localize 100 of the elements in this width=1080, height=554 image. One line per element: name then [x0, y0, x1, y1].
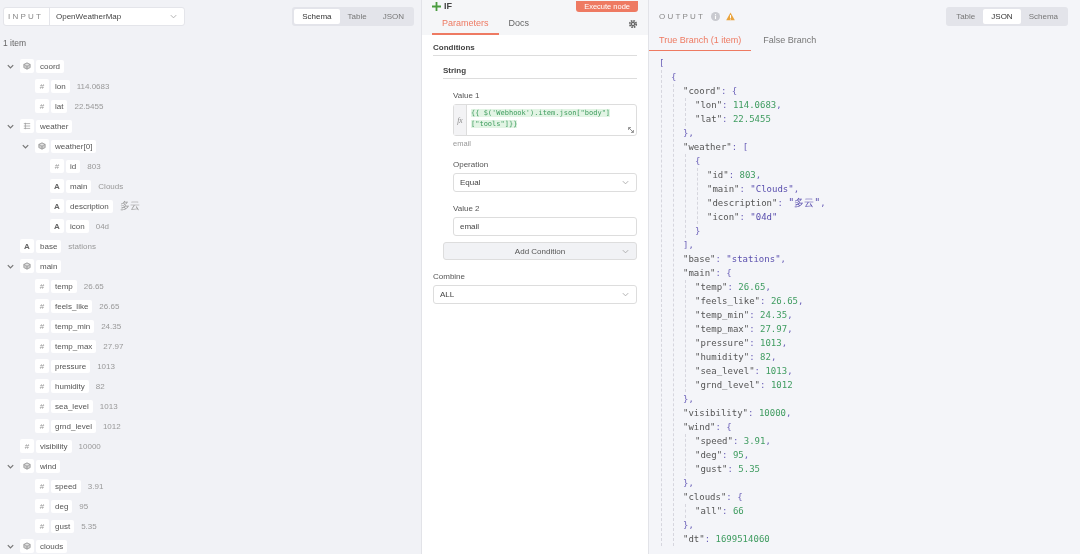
field-value: 1013	[99, 401, 118, 411]
type-icon: #	[35, 419, 49, 433]
code-line: "wind": {	[683, 421, 732, 434]
field-value: 26.65	[99, 301, 120, 311]
panel-tab[interactable]: Docs	[498, 13, 540, 35]
field-key: temp	[51, 279, 77, 293]
branch-tab[interactable]: True Branch (1 item)	[649, 31, 752, 51]
field-key: weather	[36, 119, 73, 133]
field-key: main	[66, 179, 92, 193]
code-line: "speed": 3.91,	[695, 435, 771, 448]
code-line: "main": {	[683, 267, 732, 280]
expand-icon[interactable]	[627, 126, 635, 134]
type-icon: #	[35, 279, 49, 293]
code-line: {	[695, 155, 701, 168]
code-line: "temp": 26.65,	[695, 281, 771, 294]
type-icon: A	[20, 239, 34, 253]
panel-tab[interactable]: Parameters	[432, 13, 499, 35]
caret-icon	[621, 290, 630, 299]
code-line: "pressure": 1013,	[695, 337, 788, 350]
code-line: "gust": 5.35	[695, 463, 761, 476]
item-count: 1 item	[3, 38, 28, 48]
field-value: 1012	[102, 421, 121, 431]
cube-icon	[20, 539, 34, 553]
type-icon: #	[35, 379, 49, 393]
field-value: 3.91	[87, 481, 104, 491]
code-line: [	[659, 57, 665, 70]
field-key: grnd_level	[51, 419, 96, 433]
code-line: "feels_like": 26.65,	[695, 295, 804, 308]
field-label: Combine	[433, 272, 466, 281]
field-value: 22.5455	[74, 101, 104, 111]
field-value: 24.35	[101, 321, 122, 331]
operation-select[interactable]: Equal	[453, 173, 637, 192]
type-icon: A	[50, 219, 64, 233]
code-line: },	[683, 519, 694, 532]
field-key: weather[0]	[51, 139, 97, 153]
code-line: "clouds": {	[683, 491, 743, 504]
field-key: base	[36, 239, 62, 253]
field-key: clouds	[36, 539, 68, 553]
type-icon: #	[35, 79, 49, 93]
field-value: 95	[79, 501, 89, 511]
view-tab[interactable]: JSON	[983, 9, 1021, 24]
code-line: "sea_level": 1013,	[695, 365, 793, 378]
code-line: "weather": [	[683, 141, 749, 154]
code-line: "icon": "04d"	[707, 211, 778, 224]
field-key: main	[36, 259, 62, 273]
field-key: gust	[51, 519, 75, 533]
type-icon: #	[35, 479, 49, 493]
field-key: description	[66, 199, 113, 213]
field-key: deg	[51, 499, 73, 513]
type-icon: A	[50, 179, 64, 193]
field-label: Value 2	[453, 204, 481, 213]
field-key: lon	[51, 79, 70, 93]
type-icon: #	[35, 99, 49, 113]
type-icon: #	[35, 339, 49, 353]
code-line: },	[683, 127, 694, 140]
field-key: visibility	[36, 439, 72, 453]
code-line: {	[671, 71, 677, 84]
add-condition-button[interactable]: Add Condition	[443, 242, 637, 260]
type-icon: #	[35, 319, 49, 333]
field-value: 114.0683	[76, 81, 110, 91]
code-line: },	[683, 393, 694, 406]
field-label: Operation	[453, 160, 490, 169]
field-value: 10000	[78, 441, 101, 451]
panel-label: OUTPUT	[659, 12, 706, 21]
section-title: Conditions	[433, 43, 637, 56]
combine-select[interactable]: ALL	[433, 285, 637, 304]
node-title: IF	[444, 1, 452, 11]
field-value: 04d	[95, 221, 110, 231]
cube-icon	[35, 139, 49, 153]
field-value: 803	[87, 161, 101, 171]
view-tab[interactable]: Schema	[1020, 9, 1066, 24]
field-key: pressure	[51, 359, 91, 373]
code-line: "all": 66	[695, 505, 744, 518]
code-line: "grnd_level": 1012	[695, 379, 793, 392]
code-line: "coord": {	[683, 85, 738, 98]
field-value: stations	[68, 241, 96, 251]
field-key: temp_min	[51, 319, 95, 333]
field-key: temp_max	[51, 339, 97, 353]
code-line: ],	[683, 239, 694, 252]
field-value: 5.35	[81, 521, 97, 531]
view-tab[interactable]: Schema	[294, 9, 340, 24]
view-tab[interactable]: JSON	[374, 9, 412, 24]
field-key: humidity	[51, 379, 89, 393]
type-icon: #	[50, 159, 64, 173]
code-line: "id": 803,	[707, 169, 762, 182]
field-value: 82	[95, 381, 105, 391]
view-tab[interactable]: Table	[339, 9, 375, 24]
branch-tab[interactable]: False Branch	[753, 31, 827, 51]
view-tab[interactable]: Table	[948, 9, 984, 24]
field-key: feels_like	[51, 299, 93, 313]
field-key: lat	[51, 99, 68, 113]
input-field[interactable]: email	[453, 217, 637, 236]
code-line: "deg": 95,	[695, 449, 750, 462]
code-line: "lat": 22.5455	[695, 113, 771, 126]
type-icon: #	[20, 439, 34, 453]
field-value: Clouds	[98, 181, 124, 191]
cube-icon	[20, 259, 34, 273]
field-value: 多云	[119, 199, 140, 213]
type-icon: #	[35, 499, 49, 513]
settings-icon[interactable]	[628, 19, 638, 29]
